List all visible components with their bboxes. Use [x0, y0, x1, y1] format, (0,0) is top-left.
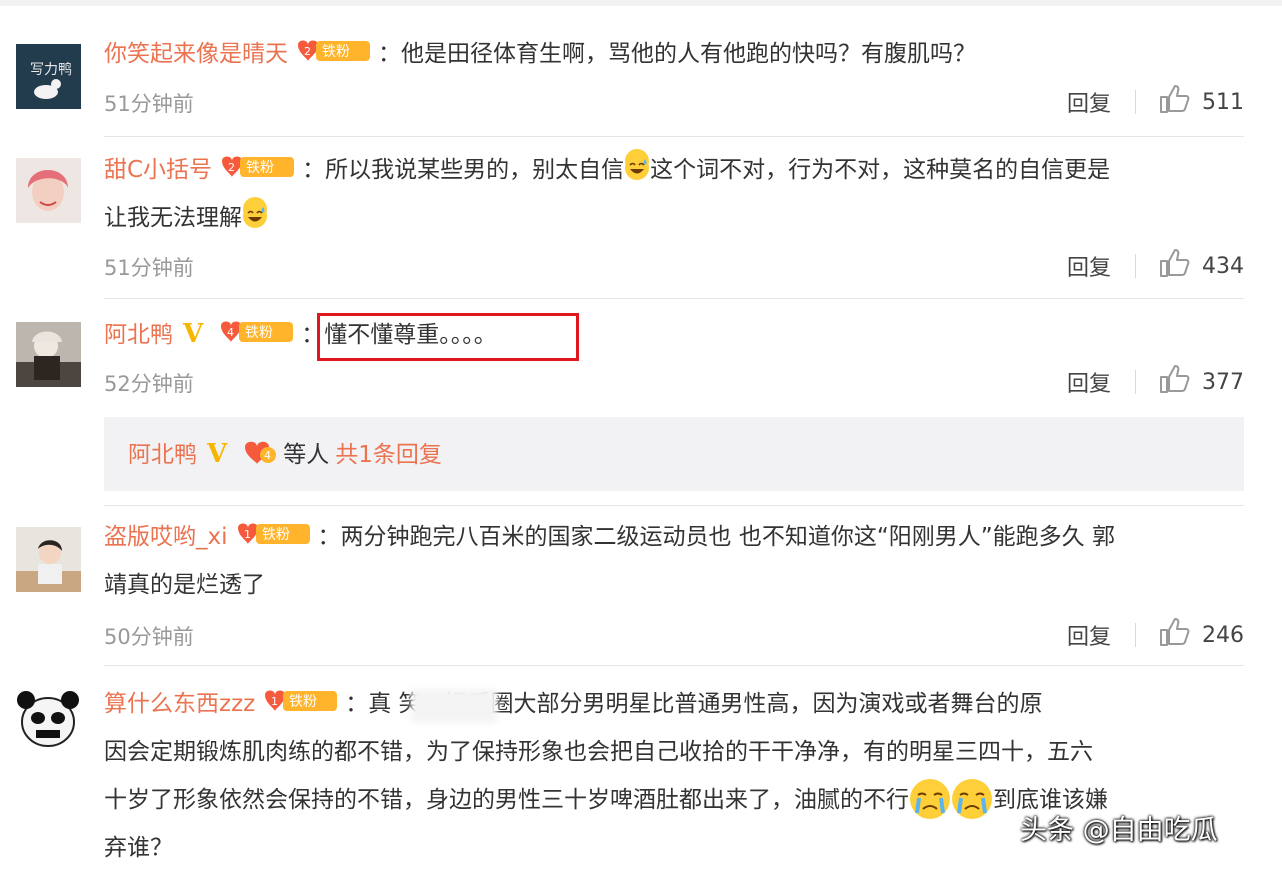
svg-text:写力鸭: 写力鸭 — [30, 62, 72, 78]
comment-text: 你笑起来像是晴天 铁粉 2 ：他是田径体育生啊，骂他的人有他跑的快吗？有腹肌吗？ — [104, 30, 1244, 78]
sub-reply-summary[interactable]: 阿北鸭 V 4 等人 共1条回复 — [104, 417, 1244, 491]
view-replies-link[interactable]: 共1条回复 — [335, 442, 442, 468]
action-divider — [1135, 90, 1136, 114]
comment-body: 让我无法理解 — [104, 205, 242, 231]
grin-sweat-icon — [625, 149, 650, 180]
comment-body: ：两分钟跑完八百米的国家二级运动员也 也不知道你这“阳刚男人”能跑多久 郭 — [317, 524, 1115, 550]
username-link[interactable]: 盗版哎哟_xi — [104, 524, 228, 550]
comment-body: ：所以我说某些男的，别太自信 — [302, 157, 625, 183]
sub-reply-middle: 等人 — [283, 442, 330, 468]
fan-badge-icon[interactable]: 铁粉 2 — [292, 34, 372, 62]
badge-label: 铁粉 — [262, 527, 290, 543]
reply-button[interactable]: 回复 — [1067, 86, 1111, 118]
timestamp: 50分钟前 — [104, 625, 194, 649]
avatar[interactable] — [16, 322, 81, 387]
badge-label: 铁粉 — [245, 325, 273, 341]
username-link[interactable]: 算什么东西zzz — [104, 691, 255, 717]
username-link[interactable]: 阿北鸭 — [104, 322, 173, 348]
username-link[interactable]: 甜C小括号 — [104, 157, 212, 183]
crying-icon — [952, 779, 992, 819]
comment-divider — [104, 505, 1244, 506]
badge-label: 铁粉 — [289, 694, 317, 710]
fan-badge-icon[interactable]: 铁粉 1 — [259, 684, 339, 712]
comment-divider — [104, 136, 1244, 137]
badge-level: 2 — [304, 45, 311, 58]
action-divider — [1135, 254, 1136, 278]
comment-body: 十岁了形象依然会保持的不错，身边的男性三十岁啤酒肚都出来了，油腻的不行 — [104, 787, 909, 813]
comment-text: 阿北鸭 V 铁粉 4 ：懂不懂尊重。。。。 — [104, 310, 1244, 359]
avatar[interactable]: 写力鸭 — [16, 44, 81, 109]
comment-actions: 回复 434 — [1067, 246, 1244, 286]
fan-badge-icon[interactable]: 铁粉 4 — [215, 315, 295, 343]
fan-badge-icon: 4 — [241, 422, 277, 464]
avatar[interactable] — [16, 688, 81, 753]
timestamp: 51分钟前 — [104, 256, 194, 280]
like-icon[interactable] — [1158, 83, 1190, 121]
badge-level: 4 — [264, 449, 271, 462]
comment-body: 因会定期锻炼肌肉练的都不错，为了保持形象也会把自己收拾的干干净净，有的明星三四十… — [104, 739, 1093, 765]
badge-label: 铁粉 — [246, 160, 274, 176]
avatar[interactable] — [16, 158, 81, 223]
comment-divider — [104, 298, 1244, 299]
like-icon[interactable] — [1158, 247, 1190, 285]
comment-actions: 回复 377 — [1067, 362, 1244, 402]
badge-level: 2 — [228, 161, 235, 174]
reply-button[interactable]: 回复 — [1067, 366, 1111, 398]
verified-icon: V — [207, 439, 228, 469]
badge-level: 1 — [271, 695, 278, 708]
action-divider — [1135, 370, 1136, 394]
like-count: 511 — [1202, 89, 1244, 115]
badge-level: 4 — [227, 326, 234, 339]
reply-button[interactable]: 回复 — [1067, 250, 1111, 282]
avatar[interactable] — [16, 527, 81, 592]
badge-level: 1 — [244, 528, 251, 541]
username-link[interactable]: 你笑起来像是晴天 — [104, 41, 288, 67]
comment-text: 甜C小括号 铁粉 2 ：所以我说某些男的，别太自信 这个词不对，行为不对，这种莫名的自信… — [104, 146, 1244, 242]
like-icon[interactable] — [1158, 616, 1190, 654]
like-count: 246 — [1202, 622, 1244, 648]
username-link[interactable]: 阿北鸭 — [128, 442, 197, 468]
comment-body: ：他是田径体育生啊，骂他的人有他跑的快吗？有腹肌吗？ — [378, 41, 976, 67]
timestamp: 52分钟前 — [104, 372, 194, 396]
like-count: 434 — [1202, 253, 1244, 279]
like-icon[interactable] — [1158, 363, 1190, 401]
comment-actions: 回复 511 — [1067, 82, 1244, 122]
comment-actions: 回复 246 — [1067, 615, 1244, 655]
action-divider — [1135, 623, 1136, 647]
previous-section-edge — [0, 0, 1282, 6]
comment-text: 盗版哎哟_xi 铁粉 1 ：两分钟跑完八百米的国家二级运动员也 也不知道你这“阳刚男人… — [104, 513, 1244, 609]
reply-button[interactable]: 回复 — [1067, 619, 1111, 651]
comment-divider — [104, 665, 1244, 666]
comment-body: 弃谁？ — [104, 835, 173, 861]
like-count: 377 — [1202, 369, 1244, 395]
fan-badge-icon[interactable]: 铁粉 2 — [216, 150, 296, 178]
verified-icon: V — [183, 319, 204, 349]
grin-sweat-icon — [243, 197, 267, 228]
comment-body: 这个词不对，行为不对，这种莫名的自信更是 — [650, 157, 1111, 183]
fan-badge-icon[interactable]: 铁粉 1 — [232, 517, 312, 545]
censor-blur — [411, 689, 497, 723]
badge-label: 铁粉 — [322, 44, 350, 60]
watermark: 头条 @自由吃瓜 — [1020, 815, 1218, 846]
timestamp: 51分钟前 — [104, 92, 194, 116]
crying-icon — [910, 779, 950, 819]
comment-body: 靖真的是烂透了 — [104, 572, 265, 598]
highlight-box — [317, 313, 579, 361]
